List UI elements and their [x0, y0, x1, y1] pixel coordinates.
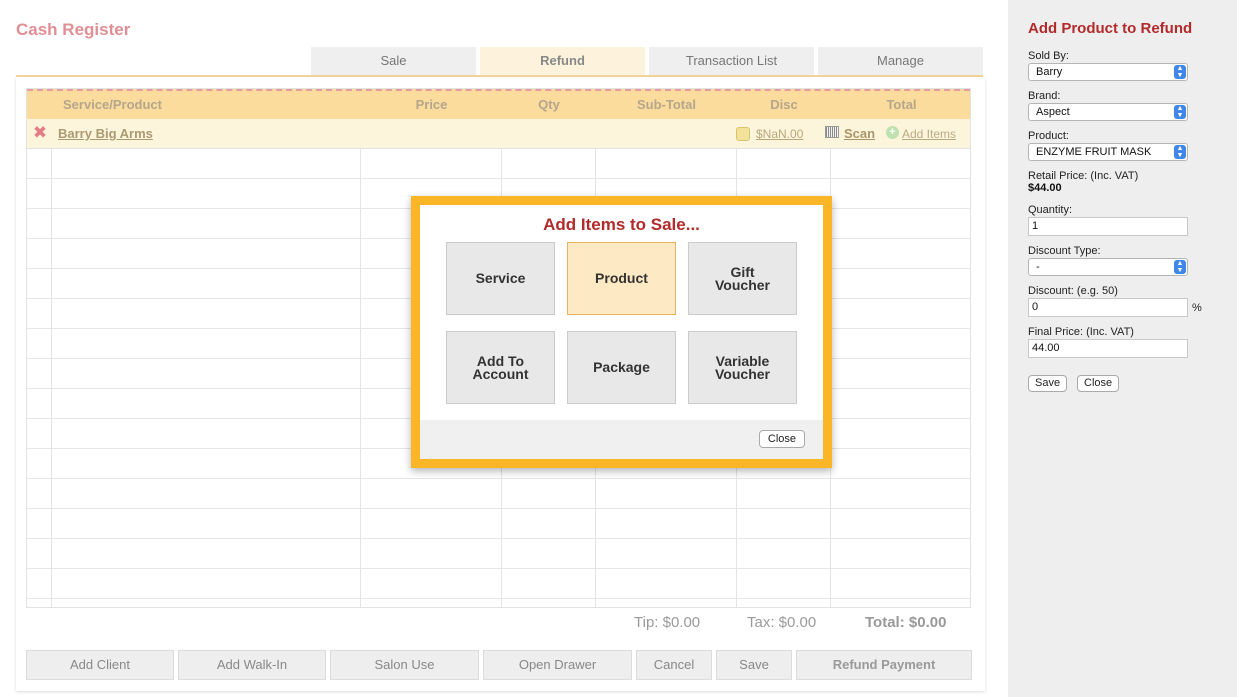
table-row [27, 178, 970, 179]
tab-sale[interactable]: Sale [311, 47, 476, 75]
select-arrows-icon: ▲ ▼ [1174, 65, 1186, 79]
modal-title: Add Items to Sale... [543, 215, 700, 234]
cash-register-main: Cash Register Sale Refund Transaction Li… [0, 0, 1008, 697]
column-header-service-product: Service/Product [63, 97, 162, 112]
discount-input[interactable]: 0 [1028, 298, 1188, 317]
retail-price-value: $44.00 [1028, 182, 1062, 194]
add-to-account-option-button[interactable]: Add To Account [446, 331, 555, 404]
product-value: ENZYME FRUIT MASK [1036, 146, 1152, 158]
column-header-qty: Qty [538, 97, 560, 112]
delete-x-icon[interactable]: ✖ [32, 124, 48, 141]
sold-by-value: Barry [1036, 66, 1063, 78]
quantity-input[interactable]: 1 [1028, 217, 1188, 236]
add-walk-in-button[interactable]: Add Walk-In [178, 650, 326, 680]
table-row [27, 538, 970, 539]
plus-circle-icon: + [886, 126, 899, 139]
modal-footer: Close [420, 420, 823, 459]
save-button[interactable]: Save [716, 650, 792, 680]
page-title: Cash Register [16, 20, 131, 39]
discount-type-select[interactable]: - ▲ ▼ [1028, 258, 1188, 276]
client-row: ✖ Barry Big Arms $NaN.00 Scan + Add Item… [27, 119, 970, 149]
product-label: Product: [1028, 130, 1069, 142]
final-price-input[interactable]: 44.00 [1028, 339, 1188, 358]
modal-close-button[interactable]: Close [758, 430, 805, 448]
tax-total: Tax: $0.00 [747, 614, 817, 631]
tab-transaction-list[interactable]: Transaction List [649, 47, 814, 75]
barcode-icon [825, 126, 839, 138]
product-option-button[interactable]: Product [567, 242, 676, 315]
grand-total: Total: $0.00 [865, 614, 947, 631]
package-option-button[interactable]: Package [567, 331, 676, 404]
table-row [27, 568, 970, 569]
open-drawer-button[interactable]: Open Drawer [483, 650, 632, 680]
client-name-link[interactable]: Barry Big Arms [58, 126, 153, 141]
quantity-label: Quantity: [1028, 204, 1073, 216]
totals-bar: Tip: $0.00 Tax: $0.00 Total: $0.00 [26, 608, 971, 638]
tab-refund[interactable]: Refund [480, 47, 645, 75]
column-header-price: Price [415, 97, 448, 112]
tab-bar: Sale Refund Transaction List Manage [311, 47, 983, 76]
sidebar-close-button[interactable]: Close [1077, 375, 1120, 392]
add-client-button[interactable]: Add Client [26, 650, 174, 680]
add-items-link[interactable]: Add Items [902, 127, 956, 141]
variable-voucher-option-button[interactable]: Variable Voucher [688, 331, 797, 404]
select-arrows-icon: ▲ ▼ [1174, 260, 1186, 274]
sidebar-save-button[interactable]: Save [1028, 375, 1068, 392]
retail-price-label: Retail Price: (Inc. VAT) [1028, 170, 1139, 182]
coins-icon [736, 127, 750, 141]
select-arrows-icon: ▲ ▼ [1174, 145, 1186, 159]
modal-body: Add Items to Sale... Service Product Gif… [420, 205, 823, 459]
amount-link[interactable]: $NaN.00 [756, 127, 803, 141]
percent-sign: % [1192, 302, 1202, 314]
cancel-button[interactable]: Cancel [636, 650, 712, 680]
service-option-button[interactable]: Service [446, 242, 555, 315]
product-select[interactable]: ENZYME FRUIT MASK ▲ ▼ [1028, 143, 1188, 161]
column-header-sub-total: Sub-Total [637, 97, 696, 112]
scan-link[interactable]: Scan [844, 126, 875, 141]
brand-select[interactable]: Aspect ▲ ▼ [1028, 103, 1188, 121]
final-price-label: Final Price: (Inc. VAT) [1028, 326, 1134, 338]
sold-by-select[interactable]: Barry ▲ ▼ [1028, 63, 1188, 81]
discount-type-label: Discount Type: [1028, 245, 1101, 257]
table-row [27, 508, 970, 509]
salon-use-button[interactable]: Salon Use [330, 650, 479, 680]
table-header: Service/Product Price Qty Sub-Total Disc… [27, 89, 970, 119]
table-row [27, 598, 970, 599]
tip-total: Tip: $0.00 [634, 614, 701, 631]
add-items-modal: Add Items to Sale... Service Product Gif… [411, 196, 832, 468]
brand-value: Aspect [1036, 106, 1070, 118]
refund-payment-button[interactable]: Refund Payment [796, 650, 972, 680]
sidebar-title: Add Product to Refund [1028, 20, 1193, 37]
discount-type-value: - [1036, 261, 1040, 273]
column-header-disc: Disc [770, 97, 798, 112]
column-header-total: Total [886, 97, 917, 112]
discount-label: Discount: (e.g. 50) [1028, 285, 1118, 297]
refund-sidebar: Add Product to Refund Sold By: Barry ▲ ▼ … [1008, 0, 1237, 697]
gift-voucher-option-button[interactable]: Gift Voucher [688, 242, 797, 315]
sold-by-label: Sold By: [1028, 50, 1069, 62]
select-arrows-icon: ▲ ▼ [1174, 105, 1186, 119]
brand-label: Brand: [1028, 90, 1061, 102]
table-row [27, 478, 970, 479]
tab-manage[interactable]: Manage [818, 47, 983, 75]
